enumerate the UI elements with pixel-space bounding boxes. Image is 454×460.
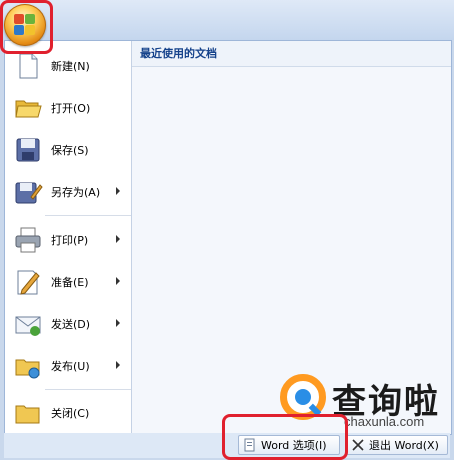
office-logo-icon xyxy=(14,14,36,36)
menu-item-label: 保存(S) xyxy=(51,144,89,157)
menu-item-label: 打印(P) xyxy=(51,234,89,247)
prepare-pencil-icon xyxy=(17,270,40,295)
menu-item-open[interactable]: 打开(O) xyxy=(5,87,131,129)
save-disk-icon xyxy=(16,138,40,162)
printer-icon xyxy=(15,227,41,253)
menu-item-prepare[interactable]: 准备(E) xyxy=(5,261,131,303)
exit-word-button[interactable]: 退出 Word(X) xyxy=(346,435,448,455)
search-logo-icon xyxy=(280,374,326,420)
menu-item-save-as[interactable]: 另存为(A) xyxy=(5,171,131,213)
publish-folder-icon xyxy=(15,359,40,379)
submenu-arrow-icon xyxy=(116,277,120,285)
close-folder-icon xyxy=(15,405,40,424)
word-options-label: Word 选项(I) xyxy=(261,439,327,452)
word-options-button[interactable]: Word 选项(I) xyxy=(238,435,340,455)
watermark: 查询啦 chaxunla.com xyxy=(280,372,450,434)
exit-word-label: 退出 Word(X) xyxy=(369,439,439,452)
open-folder-icon xyxy=(15,100,42,118)
menu-item-save[interactable]: 保存(S) xyxy=(5,129,131,171)
recent-documents-title: 最近使用的文档 xyxy=(132,41,451,67)
menu-item-label: 关闭(C) xyxy=(51,407,90,420)
menu-item-new[interactable]: 新建(N) xyxy=(5,45,131,87)
title-bar xyxy=(0,0,454,40)
send-mail-icon xyxy=(15,316,41,336)
menu-item-label: 打开(O) xyxy=(51,102,91,115)
menu-item-label: 准备(E) xyxy=(51,276,89,289)
menu-item-send[interactable]: 发送(D) xyxy=(5,303,131,345)
submenu-arrow-icon xyxy=(116,187,120,195)
submenu-arrow-icon xyxy=(116,361,120,369)
menu-item-label: 另存为(A) xyxy=(51,186,101,199)
submenu-arrow-icon xyxy=(116,319,120,327)
menu-item-label: 发送(D) xyxy=(51,318,91,331)
menu-item-label: 发布(U) xyxy=(51,360,90,373)
new-document-icon xyxy=(19,53,38,79)
menu-item-print[interactable]: 打印(P) xyxy=(5,219,131,261)
menu-separator xyxy=(45,389,131,390)
menu-footer: Word 选项(I) 退出 Word(X) xyxy=(4,433,450,458)
close-x-icon xyxy=(352,439,364,451)
watermark-site: chaxunla.com xyxy=(344,414,425,429)
save-as-icon xyxy=(15,182,43,204)
menu-item-label: 新建(N) xyxy=(51,60,90,73)
options-document-icon xyxy=(244,438,255,452)
menu-command-list: 新建(N) 打开(O) 保存(S) 另存为(A) 打印(P) 准备(E) 发送(… xyxy=(5,41,132,434)
menu-item-close[interactable]: 关闭(C) xyxy=(5,392,131,434)
menu-item-publish[interactable]: 发布(U) xyxy=(5,345,131,387)
menu-separator xyxy=(45,215,131,216)
submenu-arrow-icon xyxy=(116,235,120,243)
office-button[interactable] xyxy=(4,4,46,46)
